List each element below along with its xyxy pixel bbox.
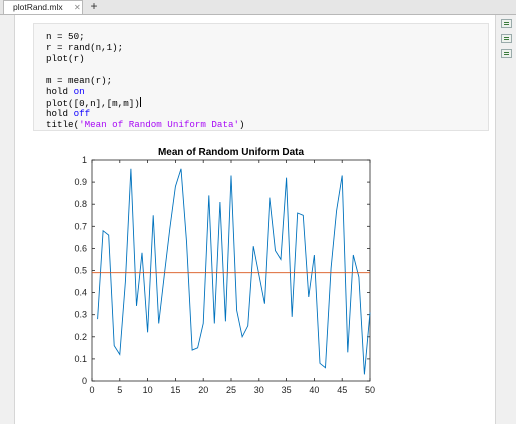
code-block[interactable]: n = 50; r = rand(n,1); plot(r) m = mean(…	[33, 23, 489, 131]
x-tick-label: 40	[309, 385, 319, 395]
output-inline-icon[interactable]	[501, 34, 512, 43]
y-tick-label: 0.4	[74, 288, 87, 298]
code-line[interactable]: hold on	[46, 86, 85, 97]
x-tick-label: 45	[337, 385, 347, 395]
x-tick-label: 0	[89, 385, 94, 395]
output-right-icon[interactable]	[501, 19, 512, 28]
y-tick-label: 0.5	[74, 266, 87, 276]
y-tick-label: 0.1	[74, 354, 87, 364]
line-chart: Mean of Random Uniform Data 0 5 10 15 20 25 30…	[74, 147, 375, 395]
x-tick-label: 15	[170, 385, 180, 395]
new-tab-button[interactable]: +	[87, 0, 101, 13]
chart-title: Mean of Random Uniform Data	[158, 147, 305, 158]
y-tick-label: 0.7	[74, 221, 87, 231]
x-tick-label: 50	[365, 385, 375, 395]
code-line[interactable]: m = mean(r);	[46, 75, 112, 86]
close-tab-icon[interactable]: ✕	[74, 1, 81, 14]
tab-bar: plotRand.mlx ✕ +	[0, 0, 516, 15]
tab-plotrand[interactable]: plotRand.mlx ✕	[3, 0, 83, 14]
y-tick-label: 0.3	[74, 310, 87, 320]
y-tick-label: 0.9	[74, 177, 87, 187]
code-line[interactable]: n = 50;	[46, 31, 85, 42]
hide-code-icon[interactable]	[501, 49, 512, 58]
y-tick-label: 0.6	[74, 243, 87, 253]
x-tick-label: 25	[226, 385, 236, 395]
y-tick-label: 0.2	[74, 332, 87, 342]
code-line[interactable]: r = rand(n,1);	[46, 42, 123, 53]
code-line[interactable]: title('Mean of Random Uniform Data')	[46, 119, 245, 130]
y-tick-label: 0.8	[74, 199, 87, 209]
code-line[interactable]: hold off	[46, 108, 90, 119]
y-tick-label: 1	[82, 155, 87, 165]
y-tick-label: 0	[82, 376, 87, 386]
tab-label: plotRand.mlx	[13, 2, 63, 12]
x-tick-label: 35	[282, 385, 292, 395]
code-line[interactable]: plot(r)	[46, 53, 85, 64]
x-tick-label: 30	[254, 385, 264, 395]
text-cursor	[139, 97, 141, 107]
x-tick-label: 20	[198, 385, 208, 395]
x-tick-label: 10	[143, 385, 153, 395]
plot-area	[91, 159, 371, 382]
x-tick-label: 5	[117, 385, 122, 395]
